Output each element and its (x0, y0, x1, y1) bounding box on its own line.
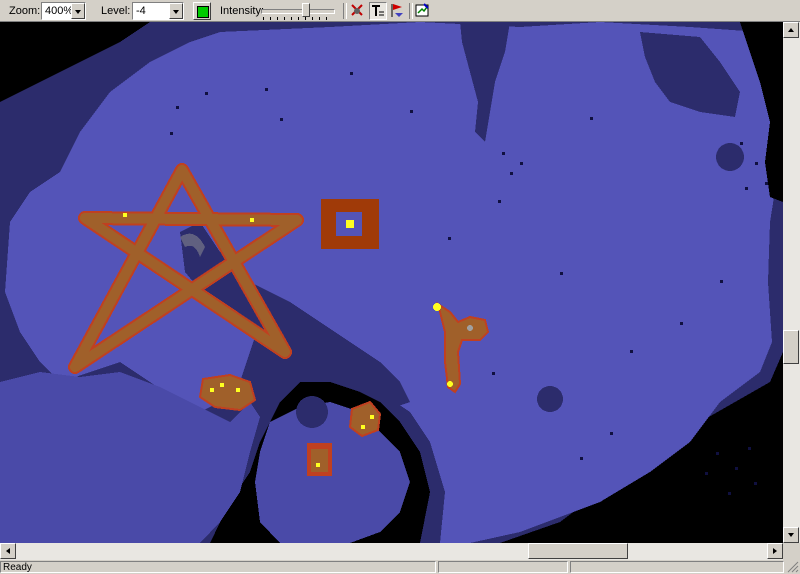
status-pane (438, 561, 568, 573)
red-box-inner (311, 449, 328, 472)
blob-path (348, 400, 382, 438)
chevron-right-icon (773, 548, 777, 554)
marker (220, 383, 224, 387)
map-canvas[interactable] (0, 22, 783, 543)
chevron-left-icon (6, 548, 10, 554)
scroll-right-button[interactable] (767, 543, 783, 559)
chevron-down-icon[interactable] (71, 3, 85, 19)
level-select[interactable]: -4 (132, 2, 184, 20)
horizontal-scrollbar[interactable] (0, 543, 783, 560)
horizontal-scroll-thumb[interactable] (528, 543, 628, 559)
scrollbar-corner (783, 543, 800, 560)
marker (236, 388, 240, 392)
intensity-slider-ticks (263, 17, 333, 20)
toolbar-separator (343, 3, 347, 19)
scroll-down-button[interactable] (783, 527, 799, 543)
zoom-label: Zoom: (9, 5, 41, 17)
edit-map-button[interactable] (414, 2, 432, 20)
hide-monsters-button[interactable] (349, 2, 367, 20)
intensity-slider-track[interactable] (261, 9, 335, 14)
edit-map-icon (415, 3, 429, 17)
marker (210, 388, 214, 392)
marker (250, 218, 254, 222)
flag-tool-icon (391, 4, 403, 17)
intensity-slider-thumb[interactable] (302, 3, 310, 17)
color-picker-button[interactable] (193, 2, 211, 20)
cave-pool (716, 143, 744, 171)
level-label: Level: (101, 5, 131, 17)
zoom-value: 400% (45, 5, 74, 17)
toolbar-separator (409, 3, 413, 19)
vertical-scrollbar[interactable] (783, 22, 800, 543)
resize-grip-icon[interactable] (786, 560, 799, 573)
cave-pool (296, 396, 328, 428)
altar-marker (346, 220, 354, 228)
text-tool-icon (372, 5, 384, 16)
cave-pool (537, 386, 563, 412)
map-view[interactable] (0, 22, 783, 543)
status-pane-main: Ready (0, 561, 436, 573)
marker (361, 425, 365, 429)
text-tool-button[interactable] (369, 2, 387, 20)
hide-monsters-icon (351, 4, 363, 16)
scroll-left-button[interactable] (0, 543, 16, 559)
flag-tool-button[interactable] (389, 2, 407, 20)
zoom-select[interactable]: 400% (41, 2, 86, 20)
chevron-down-icon[interactable] (169, 3, 183, 19)
scroll-up-button[interactable] (783, 22, 799, 38)
level-value: -4 (136, 5, 146, 17)
toolbar: Zoom: 400% Level: -4 Intensity: (0, 0, 800, 22)
status-bar: Ready (0, 560, 800, 574)
marker (123, 213, 127, 217)
marker (316, 463, 320, 467)
vertical-scroll-thumb[interactable] (783, 330, 799, 364)
marker (370, 415, 374, 419)
chevron-up-icon (788, 28, 794, 32)
color-swatch-icon (197, 6, 209, 18)
status-pane (570, 561, 784, 573)
status-text: Ready (3, 562, 32, 573)
intensity-label: Intensity: (220, 5, 265, 17)
chevron-down-icon (788, 533, 794, 537)
